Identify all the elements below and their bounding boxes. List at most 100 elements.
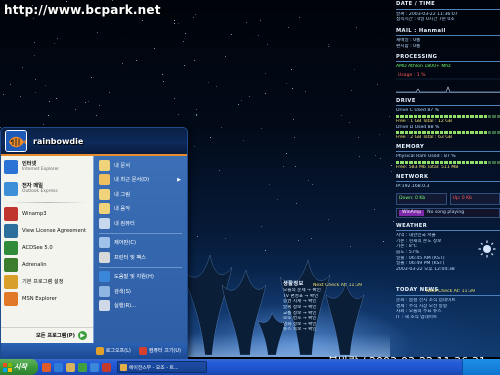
recent-program-item[interactable]: Winamp3 [1,205,93,222]
usage-bar-segment [457,160,461,164]
usage-bar-segment [461,160,465,164]
drive-header: DRIVE [396,97,416,104]
star [341,115,342,116]
star [99,105,100,106]
shutdown-button[interactable]: 컴퓨터 끄기(U) [138,346,181,355]
usage-bar-segment [474,160,479,164]
star [292,88,293,89]
recent-program-item[interactable]: MSN Explorer [1,290,93,307]
msn-icon [4,291,18,306]
pinned-item-ie[interactable]: 인터넷 Internet Explorer [1,156,93,178]
places-item[interactable]: 내 컴퓨터 [94,216,187,231]
star [163,81,164,82]
star [296,203,297,204]
date-time-header: DATE / TIME [396,1,436,7]
star [269,184,270,185]
taskbar-window-label: 에이전스무 - 오조 - 트... [129,365,179,371]
places-item[interactable]: 검색(S) [94,284,187,299]
star [286,83,287,84]
star [208,82,209,83]
pinned-item-subtitle: Internet Explorer [22,167,60,172]
places-item[interactable]: 내 그림 [94,187,187,202]
recent-program-label: Winamp3 [22,210,47,217]
acdsee-icon [4,240,18,255]
star [358,137,359,138]
places-item-label: 내 그림 [114,191,130,198]
now-playing-bar[interactable]: WinAmp No song playing [396,207,500,218]
all-programs-button[interactable]: 모든 프로그램(P) ▶ [1,327,93,343]
start-menu-footer: 로그오프(L) 컴퓨터 끄기(U) [1,343,187,358]
quick-launch-ie-icon[interactable] [54,362,63,372]
star [221,127,222,128]
places-item[interactable]: 실행(R)... [94,299,187,314]
places-item[interactable]: 내 음악 [94,202,187,217]
memory-free-row: Free: 583 Mb Total: 511 MB [396,164,459,170]
network-header: NETWORK [396,173,429,180]
star [356,27,357,28]
usage-bar-segment [417,114,422,118]
pinned-item-mail[interactable]: 전자 메일 Outlook Express [1,178,93,200]
pinned-item-texts: 인터넷 Internet Explorer [22,161,59,174]
usage-bar-segment [466,114,470,118]
star [391,165,392,166]
star [374,209,375,210]
star [3,94,4,95]
star [219,170,220,171]
quick-launch-msn-icon[interactable] [78,362,87,372]
usage-bar-segment [435,114,439,118]
start-button[interactable]: 시작 [0,359,38,375]
star [351,90,352,91]
recent-program-item[interactable]: View License Agreement [1,222,93,239]
recent-program-item[interactable]: 기본 프로그램 설정 [1,273,93,290]
places-item[interactable]: 제어판(C) [94,236,187,251]
usage-bar-segment [474,114,479,118]
recent-program-item[interactable]: Adrenalin [1,256,93,273]
key-icon [95,346,104,355]
star [277,199,278,200]
recent-docs-icon [99,174,110,186]
places-item[interactable]: 도움말 및 지원(H) [94,270,187,285]
logoff-button[interactable]: 로그오프(L) [95,346,131,355]
user-avatar[interactable] [5,130,27,152]
places-item[interactable]: 내 최근 문서(D) ▶ [94,173,187,188]
star [210,137,211,138]
folder-icon [120,363,127,371]
usage-bar-segment [400,114,404,118]
defaults-icon [4,274,18,289]
drive-d-bar [396,131,500,135]
quick-launch-folder-icon[interactable] [66,362,75,372]
winamp-tag: WinAmp [399,209,425,216]
recent-program-item[interactable]: ACDSee 5.0 [1,239,93,256]
usage-bar-segment [431,131,435,135]
taskbar-window-button[interactable]: 에이전스무 - 오조 - 트... [117,361,207,373]
quick-launch-desktop-icon[interactable] [90,362,99,372]
usage-bar-segment [479,160,483,164]
usage-bar-segment [422,114,426,118]
usage-bar-segment [435,131,439,135]
star [328,46,329,47]
star [183,41,184,42]
places-item[interactable]: 내 문서 [94,158,187,173]
schedule-row[interactable]: 뉴스 속보 → 확인 [283,327,391,333]
usage-bar-segment [422,160,426,164]
system-tray[interactable] [462,359,500,375]
star [241,100,242,101]
news-row[interactable]: IT : 새 소식 업데이트 [396,315,500,321]
star [377,84,378,85]
quick-launch-media-icon[interactable] [102,362,111,372]
power-icon [138,346,147,355]
help-icon [99,271,110,283]
song-status: No song playing [427,209,465,215]
sun-icon [478,240,496,258]
usage-bar-segment [487,114,492,118]
star [35,92,36,93]
all-programs-label: 모든 프로그램(P) [36,333,75,339]
network-up-box: Up: 0 Kb [449,192,500,205]
usage-bar-segment [413,114,417,118]
places-item[interactable]: 프린터 및 팩스 [94,250,187,265]
quick-launch-app-icon[interactable] [42,362,51,372]
usage-bar-segment [417,131,422,135]
computer-icon [99,217,110,229]
star [178,114,179,115]
usage-bar-segment [457,131,461,135]
